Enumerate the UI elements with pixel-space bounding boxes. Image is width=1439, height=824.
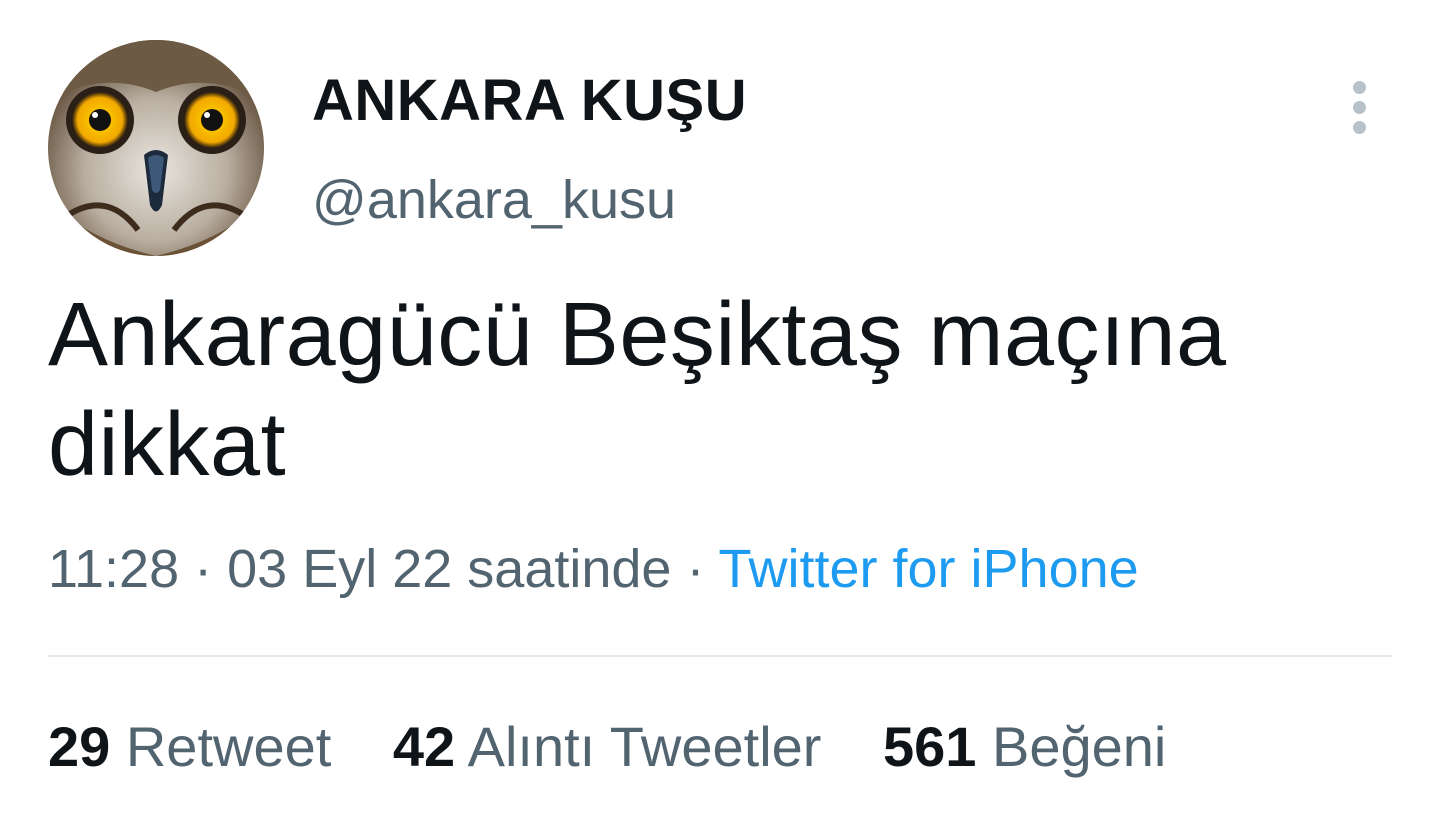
tweet-stats: 29 Retweet 42 Alıntı Tweetler 561 Beğeni — [48, 714, 1212, 780]
tweet-text: Ankaragücü Beşiktaş maçına dikkat — [48, 285, 1227, 495]
quotes-label: Alıntı Tweetler — [467, 715, 822, 778]
quotes-stat[interactable]: 42 Alıntı Tweetler — [393, 714, 822, 780]
owl-face-avatar-icon — [48, 40, 264, 256]
meta-separator: · — [194, 539, 213, 599]
divider — [48, 655, 1392, 657]
more-vertical-icon[interactable] — [1338, 74, 1382, 138]
tweet-source-link[interactable]: Twitter for iPhone — [719, 539, 1139, 599]
tweet-meta: 11:28 · 03 Eyl 22 saatinde · Twitter for… — [48, 536, 1139, 602]
retweets-label: Retweet — [125, 715, 332, 778]
more-dot — [1353, 81, 1366, 94]
meta-separator: · — [686, 539, 705, 599]
more-dot — [1353, 101, 1366, 114]
retweets-count: 29 — [48, 715, 111, 778]
likes-stat[interactable]: 561 Beğeni — [883, 714, 1166, 780]
quotes-count: 42 — [392, 715, 456, 778]
tweet-date[interactable]: 03 Eyl 22 saatinde — [227, 539, 671, 599]
tweet-card: ANKARA KUŞU @ankara_kusu Ankaragücü Beşi… — [0, 0, 1439, 824]
likes-label: Beğeni — [992, 715, 1167, 778]
more-dot — [1353, 121, 1366, 134]
user-handle[interactable]: @ankara_kusu — [312, 168, 676, 232]
display-name[interactable]: ANKARA KUŞU — [312, 66, 747, 136]
avatar[interactable] — [48, 40, 264, 256]
tweet-time[interactable]: 11:28 — [48, 539, 179, 599]
likes-count: 561 — [883, 715, 977, 778]
retweets-stat[interactable]: 29 Retweet — [48, 714, 331, 780]
